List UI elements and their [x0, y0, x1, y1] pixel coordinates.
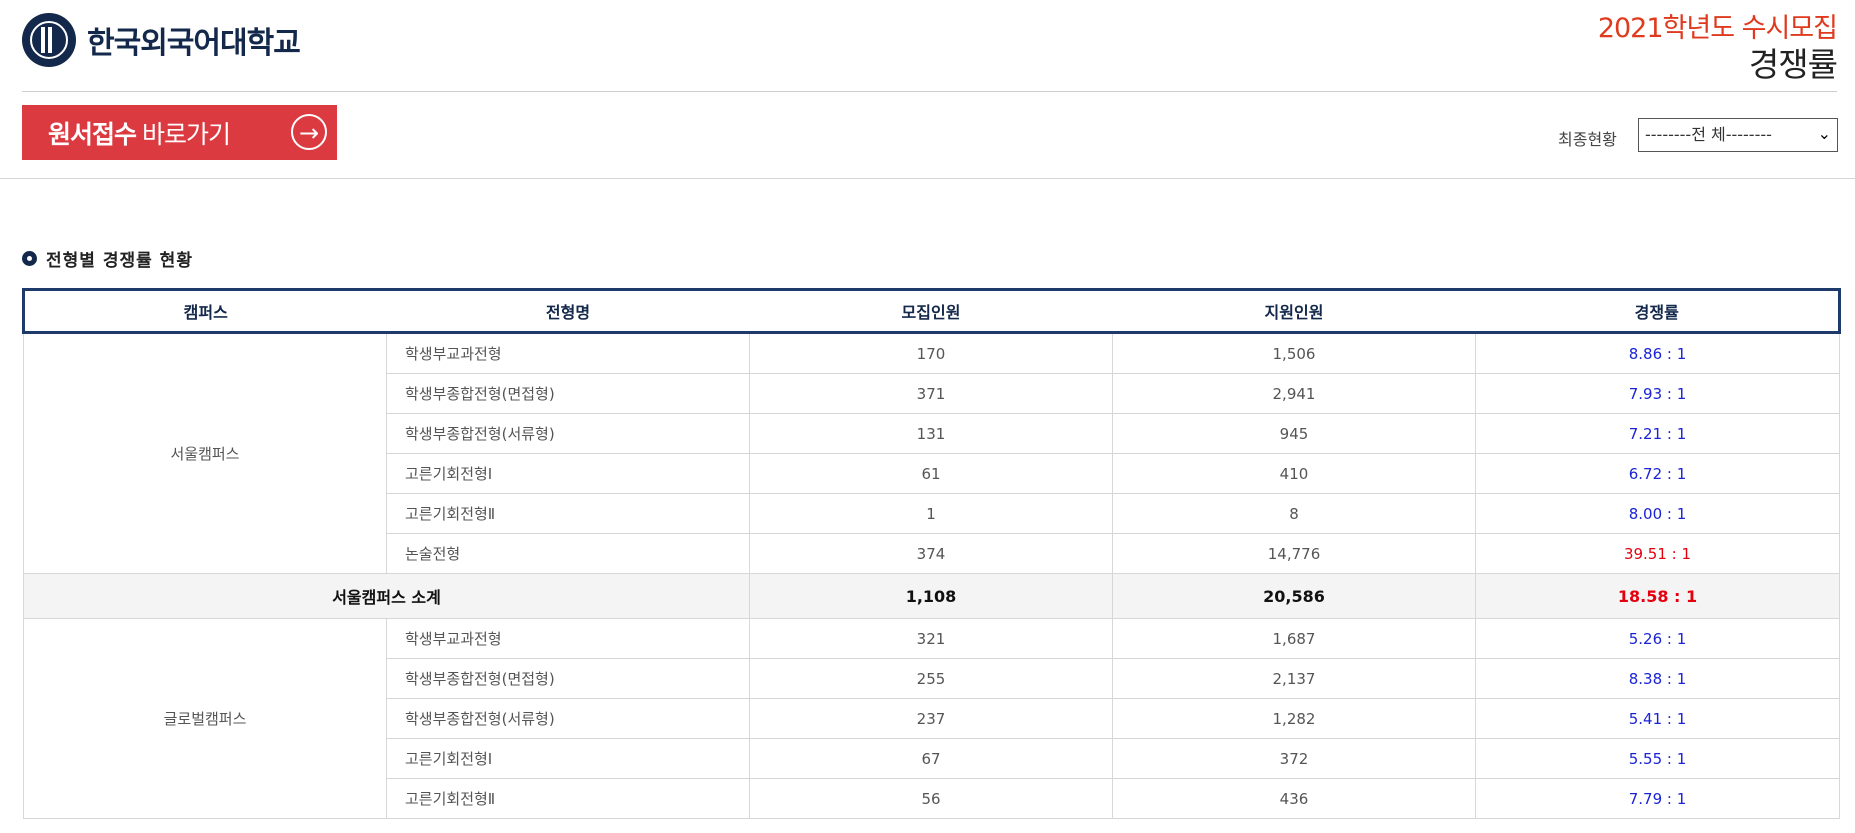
title-main: 경쟁률	[1748, 45, 1838, 84]
page-title: 2021학년도 수시모집 경쟁률	[1597, 12, 1838, 84]
applicants-cell: 14,776	[1112, 533, 1476, 574]
ratio-cell: 39.51 : 1	[1475, 533, 1840, 574]
logo-name: 한국외국어대학교	[87, 26, 301, 61]
applicants-cell: 1,282	[1112, 698, 1476, 739]
section-heading: 전형별 경쟁률 현황	[22, 246, 193, 271]
apply-shortcut-button[interactable]: 원서접수 바로가기 →	[22, 105, 337, 160]
university-logo[interactable]: 한국외국어대학교	[22, 13, 301, 67]
type-cell: 학생부종합전형(서류형)	[386, 698, 750, 739]
applicants-cell: 410	[1112, 453, 1476, 494]
quota-cell: 56	[749, 778, 1113, 819]
ratio-cell: 7.21 : 1	[1475, 413, 1840, 454]
ratio-cell: 7.93 : 1	[1475, 373, 1840, 414]
quota-cell: 321	[749, 618, 1113, 659]
type-cell: 학생부종합전형(면접형)	[386, 373, 750, 414]
type-cell: 학생부종합전형(서류형)	[386, 413, 750, 454]
type-cell: 논술전형	[386, 533, 750, 574]
ratio-cell: 5.55 : 1	[1475, 738, 1840, 779]
type-cell: 고른기회전형Ⅰ	[386, 453, 750, 494]
apply-button-light-label: 바로가기	[142, 119, 231, 149]
ratio-cell: 6.72 : 1	[1475, 453, 1840, 494]
university-emblem-icon	[22, 13, 76, 67]
type-cell: 고른기회전형Ⅱ	[386, 778, 750, 819]
campus-cell: 글로벌캠퍼스	[23, 618, 387, 819]
applicants-cell: 2,941	[1112, 373, 1476, 414]
status-filter-value: --------전 체--------	[1645, 125, 1772, 144]
type-cell: 학생부교과전형	[386, 332, 750, 374]
type-cell: 학생부종합전형(면접형)	[386, 658, 750, 699]
column-header-ratio: 경쟁률	[1475, 288, 1841, 334]
subtotal-applicants: 20,586	[1112, 573, 1476, 619]
ratio-cell: 7.79 : 1	[1475, 778, 1840, 819]
ratio-cell: 8.38 : 1	[1475, 658, 1840, 699]
column-header-type: 전형명	[386, 288, 750, 334]
column-header-applicants: 지원인원	[1112, 288, 1476, 334]
table-row: 서울캠퍼스 학생부교과전형 170 1,506 8.86 : 1	[23, 332, 1840, 574]
subtotal-ratio: 18.58 : 1	[1475, 573, 1840, 619]
quota-cell: 374	[749, 533, 1113, 574]
quota-cell: 1	[749, 493, 1113, 534]
column-header-campus: 캠퍼스	[22, 288, 387, 334]
campus-cell: 서울캠퍼스	[23, 332, 387, 574]
quota-cell: 255	[749, 658, 1113, 699]
arrow-right-circle-icon: →	[291, 114, 327, 150]
applicants-cell: 372	[1112, 738, 1476, 779]
section-bullet-icon	[22, 251, 37, 266]
title-year: 2021학년도 수시모집	[1597, 13, 1838, 44]
section-title: 전형별 경쟁률 현황	[46, 251, 193, 271]
header-divider	[22, 91, 1837, 92]
quota-cell: 61	[749, 453, 1113, 494]
type-cell: 고른기회전형Ⅱ	[386, 493, 750, 534]
table-header-row: 캠퍼스 전형명 모집인원 지원인원 경쟁률	[22, 288, 1841, 334]
subtotal-row: 서울캠퍼스 소계 1,108 20,586 18.58 : 1	[23, 573, 1840, 619]
competition-rate-table: 캠퍼스 전형명 모집인원 지원인원 경쟁률 서울캠퍼스 학생부교과전형 170 …	[22, 288, 1841, 819]
ratio-cell: 5.26 : 1	[1475, 618, 1840, 659]
page-header: 한국외국어대학교 2021학년도 수시모집 경쟁률	[0, 0, 1855, 92]
type-cell: 학생부교과전형	[386, 618, 750, 659]
quota-cell: 131	[749, 413, 1113, 454]
quota-cell: 67	[749, 738, 1113, 779]
table-row: 글로벌캠퍼스 학생부교과전형 321 1,687 5.26 : 1	[23, 618, 1840, 819]
status-filter-label: 최종현황	[1558, 130, 1617, 149]
ratio-cell: 8.86 : 1	[1475, 332, 1840, 374]
column-header-quota: 모집인원	[749, 288, 1113, 334]
subtotal-label: 서울캠퍼스 소계	[23, 573, 750, 619]
toolbar-divider	[0, 178, 1855, 179]
applicants-cell: 436	[1112, 778, 1476, 819]
status-filter-select[interactable]: --------전 체-------- ⌄	[1638, 118, 1838, 152]
chevron-down-icon: ⌄	[1817, 124, 1831, 143]
applicants-cell: 8	[1112, 493, 1476, 534]
quota-cell: 170	[749, 332, 1113, 374]
quota-cell: 237	[749, 698, 1113, 739]
type-cell: 고른기회전형Ⅰ	[386, 738, 750, 779]
apply-button-strong-label: 원서접수	[48, 119, 137, 149]
subtotal-quota: 1,108	[749, 573, 1113, 619]
applicants-cell: 1,506	[1112, 332, 1476, 374]
applicants-cell: 945	[1112, 413, 1476, 454]
applicants-cell: 1,687	[1112, 618, 1476, 659]
ratio-cell: 8.00 : 1	[1475, 493, 1840, 534]
applicants-cell: 2,137	[1112, 658, 1476, 699]
ratio-cell: 5.41 : 1	[1475, 698, 1840, 739]
quota-cell: 371	[749, 373, 1113, 414]
